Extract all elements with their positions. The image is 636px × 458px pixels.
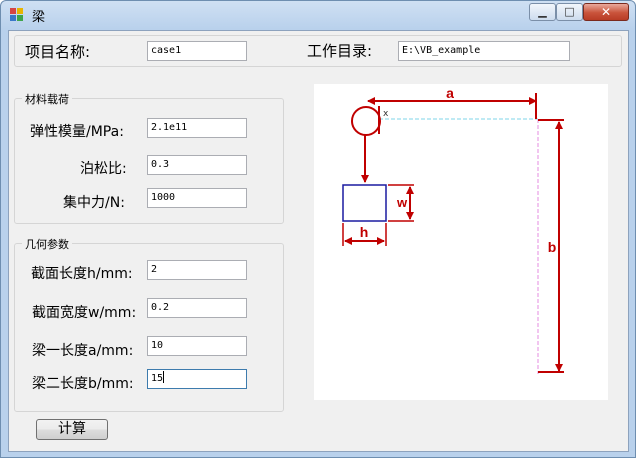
text-caret [163, 371, 165, 383]
geometry-group: 几何参数 截面长度h/mm: 2 截面宽度w/mm: 0.2 梁一长度a/mm:… [14, 236, 284, 412]
window-title: 梁 [32, 10, 46, 25]
project-name-label: 项目名称: [25, 43, 91, 61]
project-panel: 项目名称: case1 工作目录: E:\VB_example [14, 35, 622, 67]
cross-section-rect [342, 184, 387, 222]
project-name-input[interactable]: case1 [147, 41, 247, 61]
maximize-button[interactable]: □ [556, 3, 583, 21]
poisson-ratio-label: 泊松比: [80, 161, 127, 177]
section-width-label: 截面宽度w/mm: [32, 305, 137, 321]
geometry-group-title: 几何参数 [22, 236, 72, 252]
app-window: 梁 ▁ □ ✕ 项目名称: case1 工作目录: E:\VB_example … [0, 0, 636, 458]
beam-diagram-svg: a b x w h [342, 85, 564, 374]
load-point-circle [351, 106, 381, 136]
material-group: 材料载荷 弹性模量/MPa: 2.1e11 泊松比: 0.3 集中力/N: 10… [14, 91, 284, 224]
dimension-a-label: a [446, 85, 454, 101]
dimension-b-label: b [548, 239, 557, 255]
beam2-length-label: 梁二长度b/mm: [32, 376, 134, 392]
beam2-length-input[interactable]: 15 [147, 369, 247, 389]
force-input[interactable]: 1000 [147, 188, 247, 208]
work-dir-label: 工作目录: [307, 42, 373, 60]
section-height-input[interactable]: 2 [147, 260, 247, 280]
client-area: 项目名称: case1 工作目录: E:\VB_example 材料载荷 弹性模… [8, 30, 629, 452]
x-axis-label: x [383, 109, 389, 119]
work-dir-input[interactable]: E:\VB_example [398, 41, 570, 61]
beam1-length-label: 梁一长度a/mm: [32, 343, 134, 359]
section-width-input[interactable]: 0.2 [147, 298, 247, 318]
close-button[interactable]: ✕ [583, 3, 629, 21]
compute-button[interactable]: 计算 [36, 419, 108, 440]
poisson-ratio-input[interactable]: 0.3 [147, 155, 247, 175]
material-group-title: 材料载荷 [22, 91, 72, 107]
beam1-length-input[interactable]: 10 [147, 336, 247, 356]
beam2-length-value: 15 [151, 373, 164, 384]
dimension-w-label: w [396, 195, 408, 210]
close-icon: ✕ [600, 5, 612, 19]
section-height-label: 截面长度h/mm: [31, 266, 133, 282]
minimize-icon: ▁ [538, 5, 547, 18]
elastic-modulus-label: 弹性模量/MPa: [30, 124, 124, 140]
force-label: 集中力/N: [63, 195, 125, 211]
elastic-modulus-input[interactable]: 2.1e11 [147, 118, 247, 138]
maximize-icon: □ [564, 5, 575, 18]
title-bar[interactable]: 梁 ▁ □ ✕ [1, 1, 635, 29]
beam-diagram: a b x w h [314, 84, 608, 400]
app-icon [10, 8, 26, 22]
dimension-h-label: h [360, 224, 369, 240]
minimize-button[interactable]: ▁ [529, 3, 556, 21]
